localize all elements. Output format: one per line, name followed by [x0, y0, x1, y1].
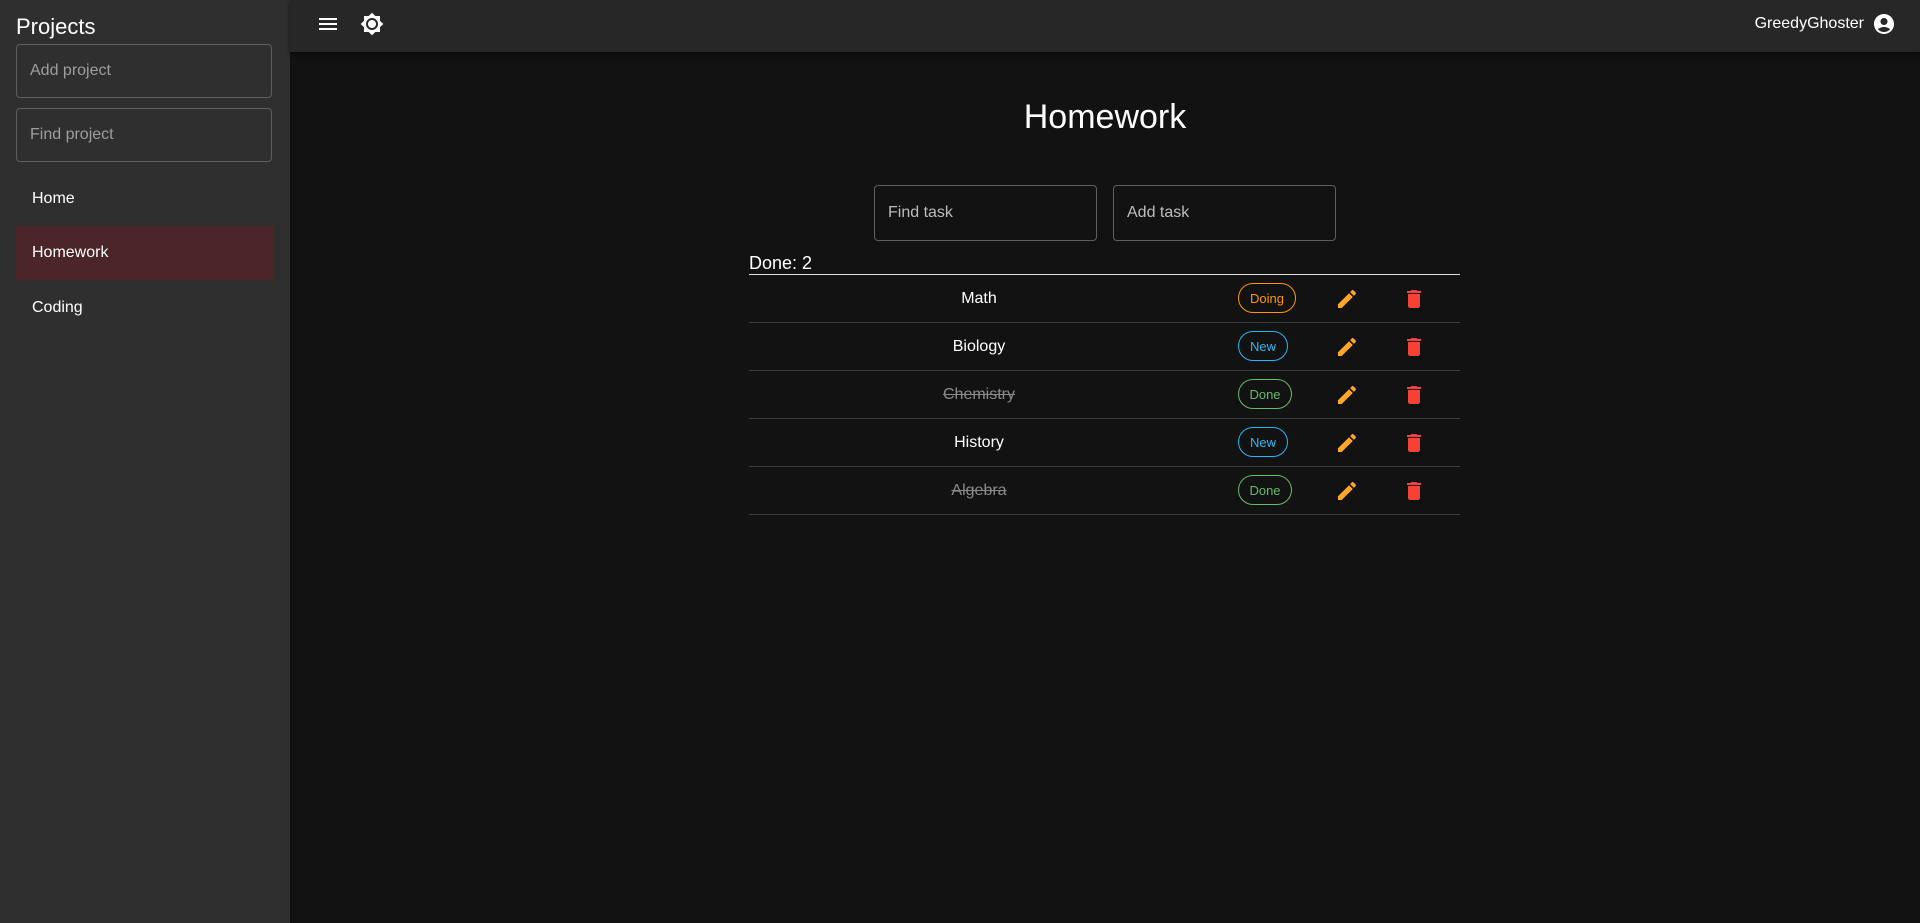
done-count: Done: 2	[749, 253, 813, 273]
task-name: Algebra	[951, 482, 1007, 499]
account-circle-icon[interactable]	[1872, 12, 1896, 36]
delete-icon[interactable]	[1402, 431, 1426, 455]
menu-icon[interactable]	[316, 12, 340, 36]
sidebar-title: Projects	[16, 14, 96, 39]
delete-icon[interactable]	[1402, 287, 1426, 311]
task-name: History	[954, 434, 1004, 451]
status-badge[interactable]: New	[1238, 427, 1288, 457]
sidebar-item-label: Coding	[32, 299, 83, 316]
edit-icon[interactable]	[1335, 383, 1359, 407]
status-badge[interactable]: Done	[1238, 475, 1292, 505]
task-name: Math	[961, 290, 997, 307]
find-project-input[interactable]	[16, 108, 272, 162]
sidebar-item-homework[interactable]: Homework	[16, 226, 274, 280]
brightness-icon[interactable]	[360, 12, 384, 36]
edit-icon[interactable]	[1335, 287, 1359, 311]
status-badge[interactable]: Doing	[1238, 283, 1296, 313]
add-task-input[interactable]	[1113, 185, 1336, 241]
edit-icon[interactable]	[1335, 431, 1359, 455]
top-app-bar: GreedyGhoster	[290, 0, 1920, 52]
task-name: Chemistry	[942, 386, 1015, 403]
delete-icon[interactable]	[1402, 383, 1426, 407]
task-name: Biology	[952, 338, 1006, 355]
sidebar-item-label: Home	[32, 190, 75, 207]
delete-icon[interactable]	[1402, 335, 1426, 359]
status-badge[interactable]: Done	[1238, 379, 1292, 409]
sidebar-item-coding[interactable]: Coding	[16, 281, 274, 335]
delete-icon[interactable]	[1402, 479, 1426, 503]
task-table: Math Doing Biology New Chemistry Done Hi…	[749, 274, 1460, 515]
sidebar: Projects Home Homework Coding	[0, 0, 290, 923]
page-title: Homework	[1023, 98, 1187, 136]
sidebar-item-label: Homework	[32, 244, 109, 261]
username-label[interactable]: GreedyGhoster	[1755, 15, 1864, 33]
table-row: Chemistry Done	[749, 371, 1460, 419]
table-row: History New	[749, 419, 1460, 467]
status-badge[interactable]: New	[1238, 331, 1288, 361]
sidebar-item-home[interactable]: Home	[16, 172, 274, 226]
add-project-input[interactable]	[16, 44, 272, 98]
find-task-input[interactable]	[874, 185, 1097, 241]
table-row: Algebra Done	[749, 467, 1460, 515]
edit-icon[interactable]	[1335, 335, 1359, 359]
edit-icon[interactable]	[1335, 479, 1359, 503]
table-row: Biology New	[749, 323, 1460, 371]
table-row: Math Doing	[749, 275, 1460, 323]
